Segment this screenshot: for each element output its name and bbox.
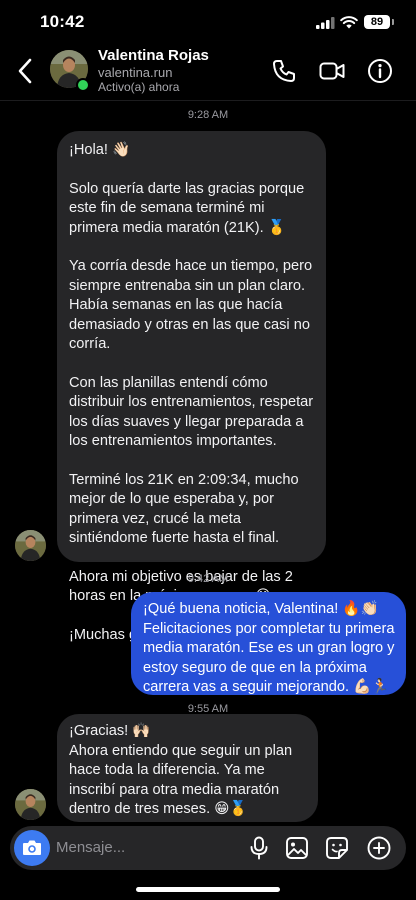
status-bar: 10:42 89 [0, 0, 416, 44]
video-call-icon[interactable] [318, 57, 346, 85]
contact-handle: valentina.run [98, 65, 173, 80]
incoming-message[interactable]: ¡Gracias! 🙌🏻 Ahora entiendo que seguir u… [57, 714, 318, 822]
contact-name[interactable]: Valentina Rojas [98, 47, 209, 64]
battery-level: 89 [370, 16, 384, 28]
wifi-icon [340, 16, 358, 29]
message-text: Ya corría desde hace un tiempo, pero sie… [69, 258, 313, 352]
timestamp: 9:28 AM [187, 109, 229, 121]
gallery-icon[interactable] [284, 835, 310, 861]
add-icon[interactable] [366, 835, 392, 861]
status-time: 10:42 [40, 12, 85, 31]
sender-avatar[interactable] [15, 789, 46, 820]
outgoing-message[interactable]: ¡Qué buena noticia, Valentina! 🔥👏🏻 Felic… [131, 592, 406, 695]
sticker-icon[interactable] [324, 835, 350, 861]
chat-header: Valentina Rojas valentina.run Activo(a) … [0, 44, 416, 101]
info-icon[interactable] [366, 57, 394, 85]
camera-button[interactable] [14, 830, 50, 866]
message-text: Con las planillas entendí cómo distribui… [69, 374, 314, 450]
back-chevron-icon[interactable] [14, 56, 38, 86]
incoming-message[interactable]: ¡Hola! 👋🏻 Solo quería darte las gracias … [57, 131, 326, 643]
message-text: ¡Gracias! 🙌🏻 [69, 723, 151, 739]
online-indicator [76, 78, 90, 92]
camera-icon [23, 840, 41, 855]
message-text: Ahora entiendo que seguir un plan hace t… [69, 742, 293, 818]
microphone-icon[interactable] [246, 835, 272, 861]
signal-icon [316, 17, 335, 29]
timestamp: 9:42 AM [187, 573, 229, 585]
contact-status: Activo(a) ahora [98, 80, 180, 94]
message-text: ¡Qué buena noticia, Valentina! 🔥👏🏻 Felic… [143, 601, 395, 695]
battery-icon: 89 [364, 15, 390, 29]
message-text: Terminé los 21K en 2:09:34, mucho mejor … [69, 471, 299, 547]
message-input[interactable]: Mensaje... [56, 839, 125, 856]
message-text: Solo quería darte las gracias porque est… [69, 180, 305, 236]
message-composer: Mensaje... [10, 826, 406, 870]
battery-tip [392, 19, 394, 25]
home-indicator [136, 887, 280, 892]
sender-avatar[interactable] [15, 530, 46, 561]
message-text: ¡Hola! 👋🏻 [69, 142, 131, 158]
phone-icon[interactable] [270, 57, 298, 85]
